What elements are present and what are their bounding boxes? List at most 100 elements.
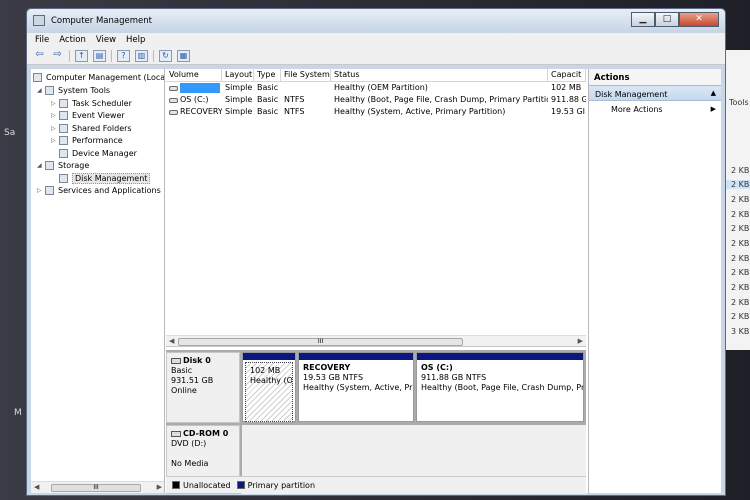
scroll-right-icon[interactable]: ▶ bbox=[578, 337, 583, 345]
tree-horizontal-scrollbar[interactable]: ◀ III ▶ bbox=[31, 481, 164, 493]
volume-type: Basic bbox=[257, 107, 279, 116]
partition-oem[interactable]: 102 MB Healthy (OE bbox=[242, 352, 296, 422]
title-bar[interactable]: Computer Management ▁ □ ✕ bbox=[27, 9, 725, 33]
computer-icon bbox=[33, 72, 42, 82]
partition-os-c[interactable]: OS (C:) 911.88 GB NTFS Healthy (Boot, Pa… bbox=[416, 352, 584, 422]
menu-action[interactable]: Action bbox=[59, 35, 86, 45]
volume-capacity: 19.53 GI bbox=[551, 107, 586, 116]
show-hide-tree-icon[interactable]: ▤ bbox=[93, 49, 106, 62]
column-file-system[interactable]: File System bbox=[281, 69, 331, 81]
help-icon[interactable]: ? bbox=[117, 49, 130, 62]
services-icon bbox=[45, 185, 54, 195]
expand-arrow-icon[interactable]: ▷ bbox=[51, 112, 59, 119]
volume-row[interactable]: Simple Basic Healthy (OEM Partition) 102… bbox=[166, 82, 586, 94]
file-size: 2 KB bbox=[731, 210, 750, 219]
menu-file[interactable]: File bbox=[35, 35, 49, 45]
file-size: 2 KB bbox=[731, 224, 750, 233]
tree-item-shared-folders[interactable]: ▷ Shared Folders bbox=[51, 122, 132, 134]
up-folder-icon[interactable]: ↑ bbox=[75, 49, 88, 62]
partition-recovery[interactable]: RECOVERY 19.53 GB NTFS Healthy (System, … bbox=[298, 352, 414, 422]
show-hide-action-pane-icon[interactable]: ▥ bbox=[135, 49, 148, 62]
volume-row[interactable]: RECOVERY Simple Basic NTFS Healthy (Syst… bbox=[166, 106, 586, 118]
column-status[interactable]: Status bbox=[331, 69, 548, 81]
volume-type: Basic bbox=[257, 83, 279, 92]
volume-type: Basic bbox=[257, 95, 279, 104]
expand-arrow-icon[interactable]: ▷ bbox=[51, 137, 59, 144]
disk-state: Online bbox=[171, 386, 197, 395]
volume-list-horizontal-scrollbar[interactable]: ◀ III ▶ bbox=[166, 335, 586, 347]
expand-arrow-icon[interactable]: ▷ bbox=[37, 187, 45, 194]
partition-color-bar bbox=[243, 353, 295, 360]
background-tools-menu[interactable]: Tools bbox=[729, 98, 749, 107]
maximize-button[interactable]: □ bbox=[655, 12, 679, 27]
more-actions-label: More Actions bbox=[611, 105, 663, 114]
scroll-left-icon[interactable]: ◀ bbox=[34, 483, 39, 491]
partition-size: 911.88 GB NTFS bbox=[421, 373, 487, 382]
desktop-text-fragment: M bbox=[14, 408, 22, 418]
disk-0-label[interactable]: Disk 0 Basic 931.51 GB Online bbox=[166, 352, 240, 423]
partition-size: 102 MB bbox=[250, 366, 281, 375]
scroll-left-icon[interactable]: ◀ bbox=[169, 337, 174, 345]
minimize-button[interactable]: ▁ bbox=[631, 12, 655, 27]
properties-icon[interactable]: ▦ bbox=[177, 49, 190, 62]
file-size: 2 KB bbox=[731, 298, 750, 307]
column-capacity[interactable]: Capacit bbox=[548, 69, 586, 81]
partition-name: OS (C:) bbox=[421, 363, 453, 372]
file-size: 2 KB bbox=[731, 312, 750, 321]
tree-item-event-viewer[interactable]: ▷ Event Viewer bbox=[51, 109, 125, 121]
collapse-arrow-icon[interactable]: ▲ bbox=[711, 89, 716, 97]
volume-icon bbox=[169, 109, 178, 115]
legend-swatch bbox=[172, 481, 180, 489]
event-viewer-icon bbox=[59, 110, 68, 120]
partition-color-bar bbox=[299, 353, 413, 360]
tree-item-system-tools[interactable]: ◢ System Tools bbox=[37, 84, 110, 96]
tree-item-label: Device Manager bbox=[72, 148, 137, 158]
tree-item-disk-management[interactable]: Disk Management bbox=[59, 172, 151, 184]
menu-help[interactable]: Help bbox=[126, 35, 145, 45]
expand-arrow-icon[interactable]: ◢ bbox=[37, 162, 45, 169]
actions-section-label: Disk Management bbox=[595, 90, 668, 99]
volume-name bbox=[180, 83, 220, 93]
menu-view[interactable]: View bbox=[96, 35, 116, 45]
volume-name-cell: OS (C:) bbox=[166, 94, 222, 106]
tree-item-label: Services and Applications bbox=[58, 185, 161, 195]
volume-status: Healthy (Boot, Page File, Crash Dump, Pr… bbox=[334, 95, 548, 104]
tree-item-device-manager[interactable]: Device Manager bbox=[59, 147, 137, 159]
column-layout[interactable]: Layout bbox=[222, 69, 254, 81]
tree-item-performance[interactable]: ▷ Performance bbox=[51, 134, 123, 146]
scroll-right-icon[interactable]: ▶ bbox=[157, 483, 162, 491]
scroll-thumb[interactable]: III bbox=[51, 484, 141, 492]
tree-item-computer-management[interactable]: Computer Management (Local bbox=[33, 71, 165, 83]
back-arrow-icon[interactable]: ⇦ bbox=[33, 49, 46, 62]
partition-color-bar bbox=[417, 353, 583, 360]
scroll-thumb[interactable]: III bbox=[178, 338, 463, 346]
tree-item-storage[interactable]: ◢ Storage bbox=[37, 159, 89, 171]
window-title: Computer Management bbox=[51, 16, 152, 26]
desktop-text-fragment: Sa bbox=[4, 128, 16, 138]
tree-item-task-scheduler[interactable]: ▷ Task Scheduler bbox=[51, 97, 132, 109]
tree-item-label: Task Scheduler bbox=[72, 98, 132, 108]
volume-file-system: NTFS bbox=[284, 95, 305, 104]
tree-item-label: Storage bbox=[58, 160, 90, 170]
tree-item-label: Computer Management (Local bbox=[46, 72, 165, 82]
tree-item-services-and-applications[interactable]: ▷ Services and Applications bbox=[37, 184, 161, 196]
forward-arrow-icon[interactable]: ⇨ bbox=[51, 49, 64, 62]
volume-row[interactable]: OS (C:) Simple Basic NTFS Healthy (Boot,… bbox=[166, 94, 586, 106]
disk-graphical-view: Disk 0 Basic 931.51 GB Online 102 MB Hea… bbox=[166, 350, 586, 494]
close-button[interactable]: ✕ bbox=[679, 12, 719, 27]
column-type[interactable]: Type bbox=[254, 69, 281, 81]
volume-name: OS (C:) bbox=[180, 95, 209, 104]
disk-management-icon bbox=[59, 173, 68, 183]
expand-arrow-icon[interactable]: ▷ bbox=[51, 125, 59, 132]
more-actions-item[interactable]: More Actions ▶ bbox=[589, 101, 721, 117]
partition-status: Healthy (Boot, Page File, Crash Dump, Pr… bbox=[421, 383, 583, 392]
legend-label: Primary partition bbox=[247, 480, 316, 490]
clock-icon bbox=[59, 98, 68, 108]
column-volume[interactable]: Volume bbox=[166, 69, 222, 81]
expand-arrow-icon[interactable]: ▷ bbox=[51, 100, 59, 107]
tree-item-label: System Tools bbox=[58, 85, 111, 95]
refresh-icon[interactable]: ↻ bbox=[159, 49, 172, 62]
actions-section-disk-management[interactable]: Disk Management ▲ bbox=[589, 85, 721, 101]
toolbar: ⇦ ⇨ ↑ ▤ ? ▥ ↻ ▦ bbox=[27, 47, 725, 65]
expand-arrow-icon[interactable]: ◢ bbox=[37, 87, 45, 94]
